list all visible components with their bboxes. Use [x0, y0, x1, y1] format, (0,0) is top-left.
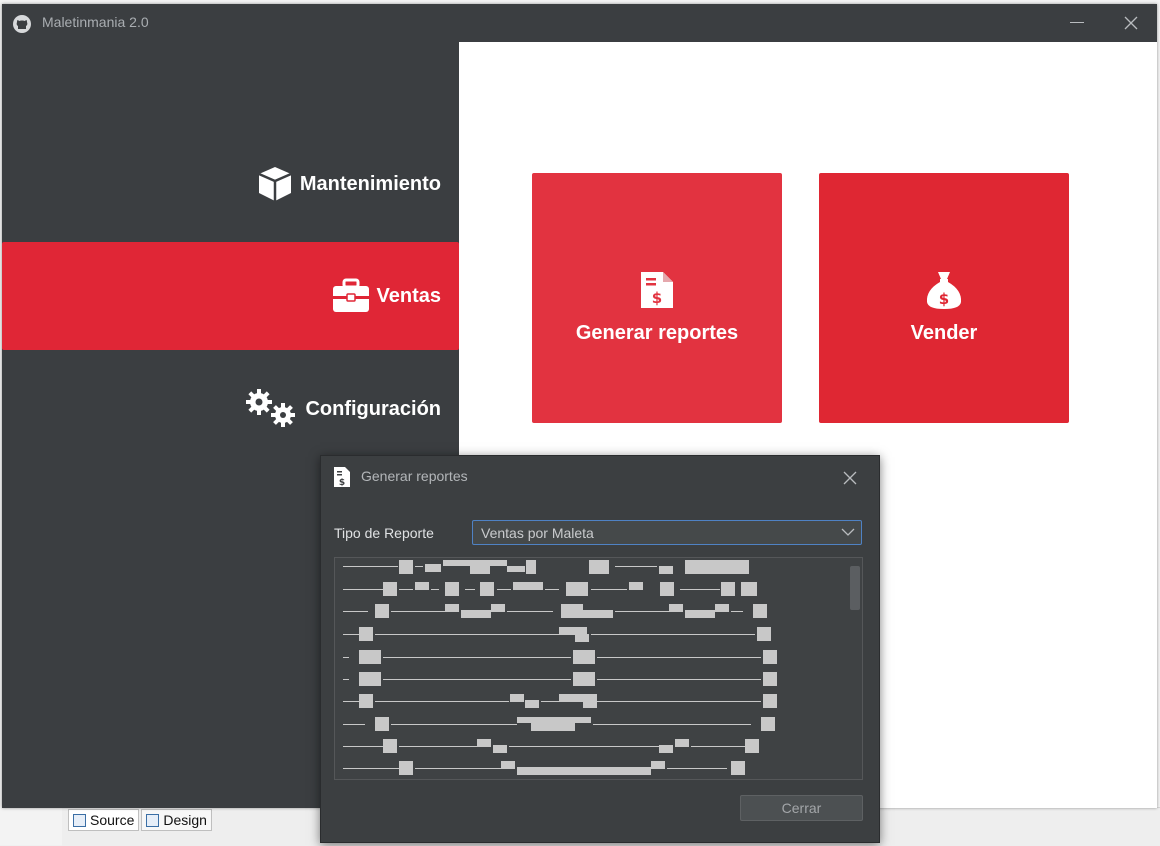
invoice-dollar-icon: $: [637, 270, 677, 316]
sidebar-item-configuracion[interactable]: Configuración: [2, 355, 459, 463]
svg-text:$: $: [339, 478, 345, 488]
minimize-button[interactable]: [1062, 10, 1092, 36]
source-icon: [73, 813, 86, 827]
chevron-down-icon: [841, 528, 855, 536]
ide-editor-tabs: Source Design: [68, 809, 212, 831]
svg-text:$: $: [652, 289, 662, 307]
preview-scrollbar[interactable]: [848, 558, 862, 779]
generar-reportes-tile[interactable]: $ Generar reportes: [532, 173, 782, 423]
report-preview-area[interactable]: [334, 557, 863, 780]
close-window-button[interactable]: [1116, 10, 1146, 36]
report-preview-image: [343, 560, 777, 775]
sidebar-item-label: Configuración: [305, 397, 441, 420]
sidebar-item-label: Mantenimiento: [299, 172, 441, 195]
window-title: Maletinmania 2.0: [42, 14, 149, 30]
sidebar-item-mantenimiento[interactable]: Mantenimiento: [2, 130, 459, 238]
design-icon: [146, 813, 160, 827]
generar-reportes-dialog: $ Generar reportes Tipo de Reporte Venta…: [320, 455, 880, 843]
sidebar-item-label: Ventas: [376, 284, 441, 307]
dialog-title-bar: $ Generar reportes: [321, 456, 879, 498]
ide-tab-design-label: Design: [163, 812, 207, 828]
money-bag-icon: $: [924, 270, 964, 316]
tipo-de-reporte-label: Tipo de Reporte: [334, 525, 434, 541]
tile-label: Generar reportes: [575, 321, 739, 344]
tipo-de-reporte-select[interactable]: Ventas por Maleta: [472, 520, 862, 545]
gears-icon: [245, 389, 299, 429]
title-bar: Maletinmania 2.0: [2, 4, 1157, 42]
briefcase-icon: [331, 277, 371, 315]
cube-icon: [256, 165, 294, 203]
ide-tab-design[interactable]: Design: [141, 809, 212, 831]
ide-tab-source-label: Source: [90, 812, 135, 828]
sidebar-item-ventas[interactable]: Ventas: [2, 242, 459, 350]
github-icon: [13, 15, 31, 33]
close-icon: [843, 471, 857, 485]
svg-text:$: $: [939, 290, 949, 308]
dialog-close-button[interactable]: [837, 466, 863, 490]
dialog-title: Generar reportes: [361, 468, 468, 484]
ide-tab-source[interactable]: Source: [68, 809, 140, 831]
select-value: Ventas por Maleta: [481, 525, 594, 541]
cerrar-button[interactable]: Cerrar: [740, 795, 863, 821]
scrollbar-thumb[interactable]: [850, 566, 860, 610]
invoice-dollar-icon: $: [332, 466, 352, 492]
close-icon: [1124, 16, 1138, 30]
tile-label: Vender: [910, 321, 978, 344]
vender-tile[interactable]: $ Vender: [819, 173, 1069, 423]
